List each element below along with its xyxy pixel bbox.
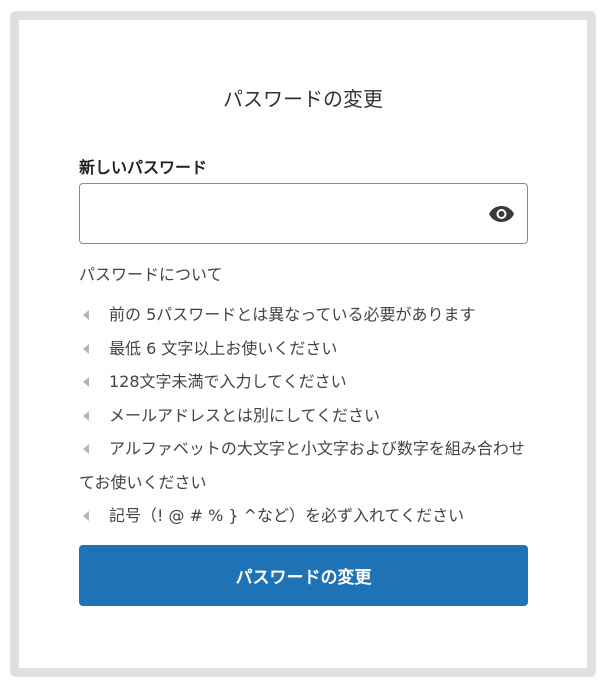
triangle-left-icon [83,444,89,454]
triangle-left-icon [83,410,89,421]
change-password-button[interactable]: パスワードの変更 [79,545,528,606]
triangle-left-icon [83,310,89,320]
triangle-left-icon [83,343,89,354]
rule-text: メールアドレスとは別にしてください [109,405,381,425]
rule-text: アルファベットの大文字と小文字および数字を組み合わせてお使いください [79,439,525,492]
triangle-left-icon [83,377,89,387]
list-item: 前の 5パスワードとは異なっている必要があります [79,298,534,332]
dialog-frame: パスワードの変更 新しいパスワード パスワードについて 前の 5パスワードとは異… [10,11,596,677]
rule-text: 128文字未満で入力してください [109,372,347,391]
list-item: メールアドレスとは別にしてください [79,399,534,433]
new-password-label: 新しいパスワード [79,158,208,177]
eye-icon[interactable] [488,202,515,226]
list-item: 128文字未満で入力してください [79,365,534,399]
rule-text: 前の 5パスワードとは異なっている必要があります [109,305,476,324]
password-field-container [79,183,528,244]
password-rules-list: 前の 5パスワードとは異なっている必要があります 最低 6 文字以上お使いくださ… [79,298,534,533]
password-info-heading: パスワードについて [79,265,223,284]
triangle-left-icon [83,511,89,521]
list-item: 最低 6 文字以上お使いください [79,332,534,366]
list-item: アルファベットの大文字と小文字および数字を組み合わせてお使いください [79,432,534,499]
new-password-input[interactable] [92,194,472,234]
eye-icon-graphic [489,206,514,222]
page-title: パスワードの変更 [223,87,383,111]
rule-text: 最低 6 文字以上お使いください [109,338,338,358]
rule-text: 記号（! @ # % } ^など）を必ず入れてください [109,506,465,525]
list-item: 記号（! @ # % } ^など）を必ず入れてください [79,499,534,533]
